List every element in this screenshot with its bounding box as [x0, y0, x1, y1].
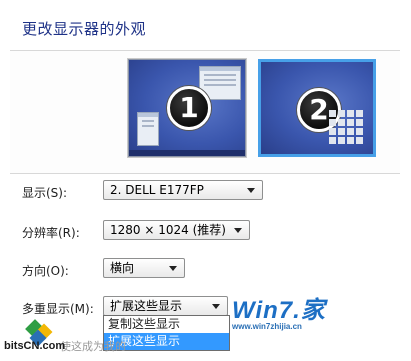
watermark: Win7.家 www.win7zhijia.cn — [232, 290, 326, 331]
chevron-down-icon — [169, 266, 177, 271]
multi-display-select-value: 扩展这些显示 — [110, 299, 183, 313]
site-logo-text: bitsCN.com — [4, 340, 66, 352]
orientation-label: 方向(O): — [22, 264, 69, 278]
monitor-1[interactable]: 1 — [128, 59, 246, 157]
display-select[interactable]: 2. DELL E177FP — [103, 180, 263, 200]
multi-display-label: 多重显示(M): — [22, 302, 94, 316]
chevron-down-icon — [212, 304, 220, 309]
monitor-preview-area: 1 2 — [10, 50, 400, 174]
chevron-down-icon — [247, 188, 255, 193]
orientation-select[interactable]: 横向 — [103, 258, 185, 278]
orientation-select-value: 横向 — [110, 261, 135, 275]
page-title: 更改显示器的外观 — [22, 20, 147, 38]
resolution-label: 分辨率(R): — [22, 226, 80, 240]
watermark-brand: Win7.家 — [232, 297, 326, 324]
monitor-number-badge: 1 — [167, 86, 211, 130]
display-label: 显示(S): — [22, 186, 68, 200]
grid-icon — [329, 110, 363, 144]
dropdown-option-duplicate[interactable]: 复制这些显示 — [104, 316, 229, 333]
resolution-select[interactable]: 1280 × 1024 (推荐) — [103, 220, 250, 240]
display-select-value: 2. DELL E177FP — [110, 183, 204, 197]
resolution-select-value: 1280 × 1024 (推荐) — [110, 223, 226, 237]
chevron-down-icon — [234, 228, 242, 233]
taskbar — [129, 150, 245, 156]
make-primary-text: 使这成为我的 — [60, 340, 126, 353]
monitor-2[interactable]: 2 — [258, 59, 376, 157]
window-thumbnail — [137, 112, 159, 146]
multi-display-select[interactable]: 扩展这些显示 — [103, 296, 228, 316]
